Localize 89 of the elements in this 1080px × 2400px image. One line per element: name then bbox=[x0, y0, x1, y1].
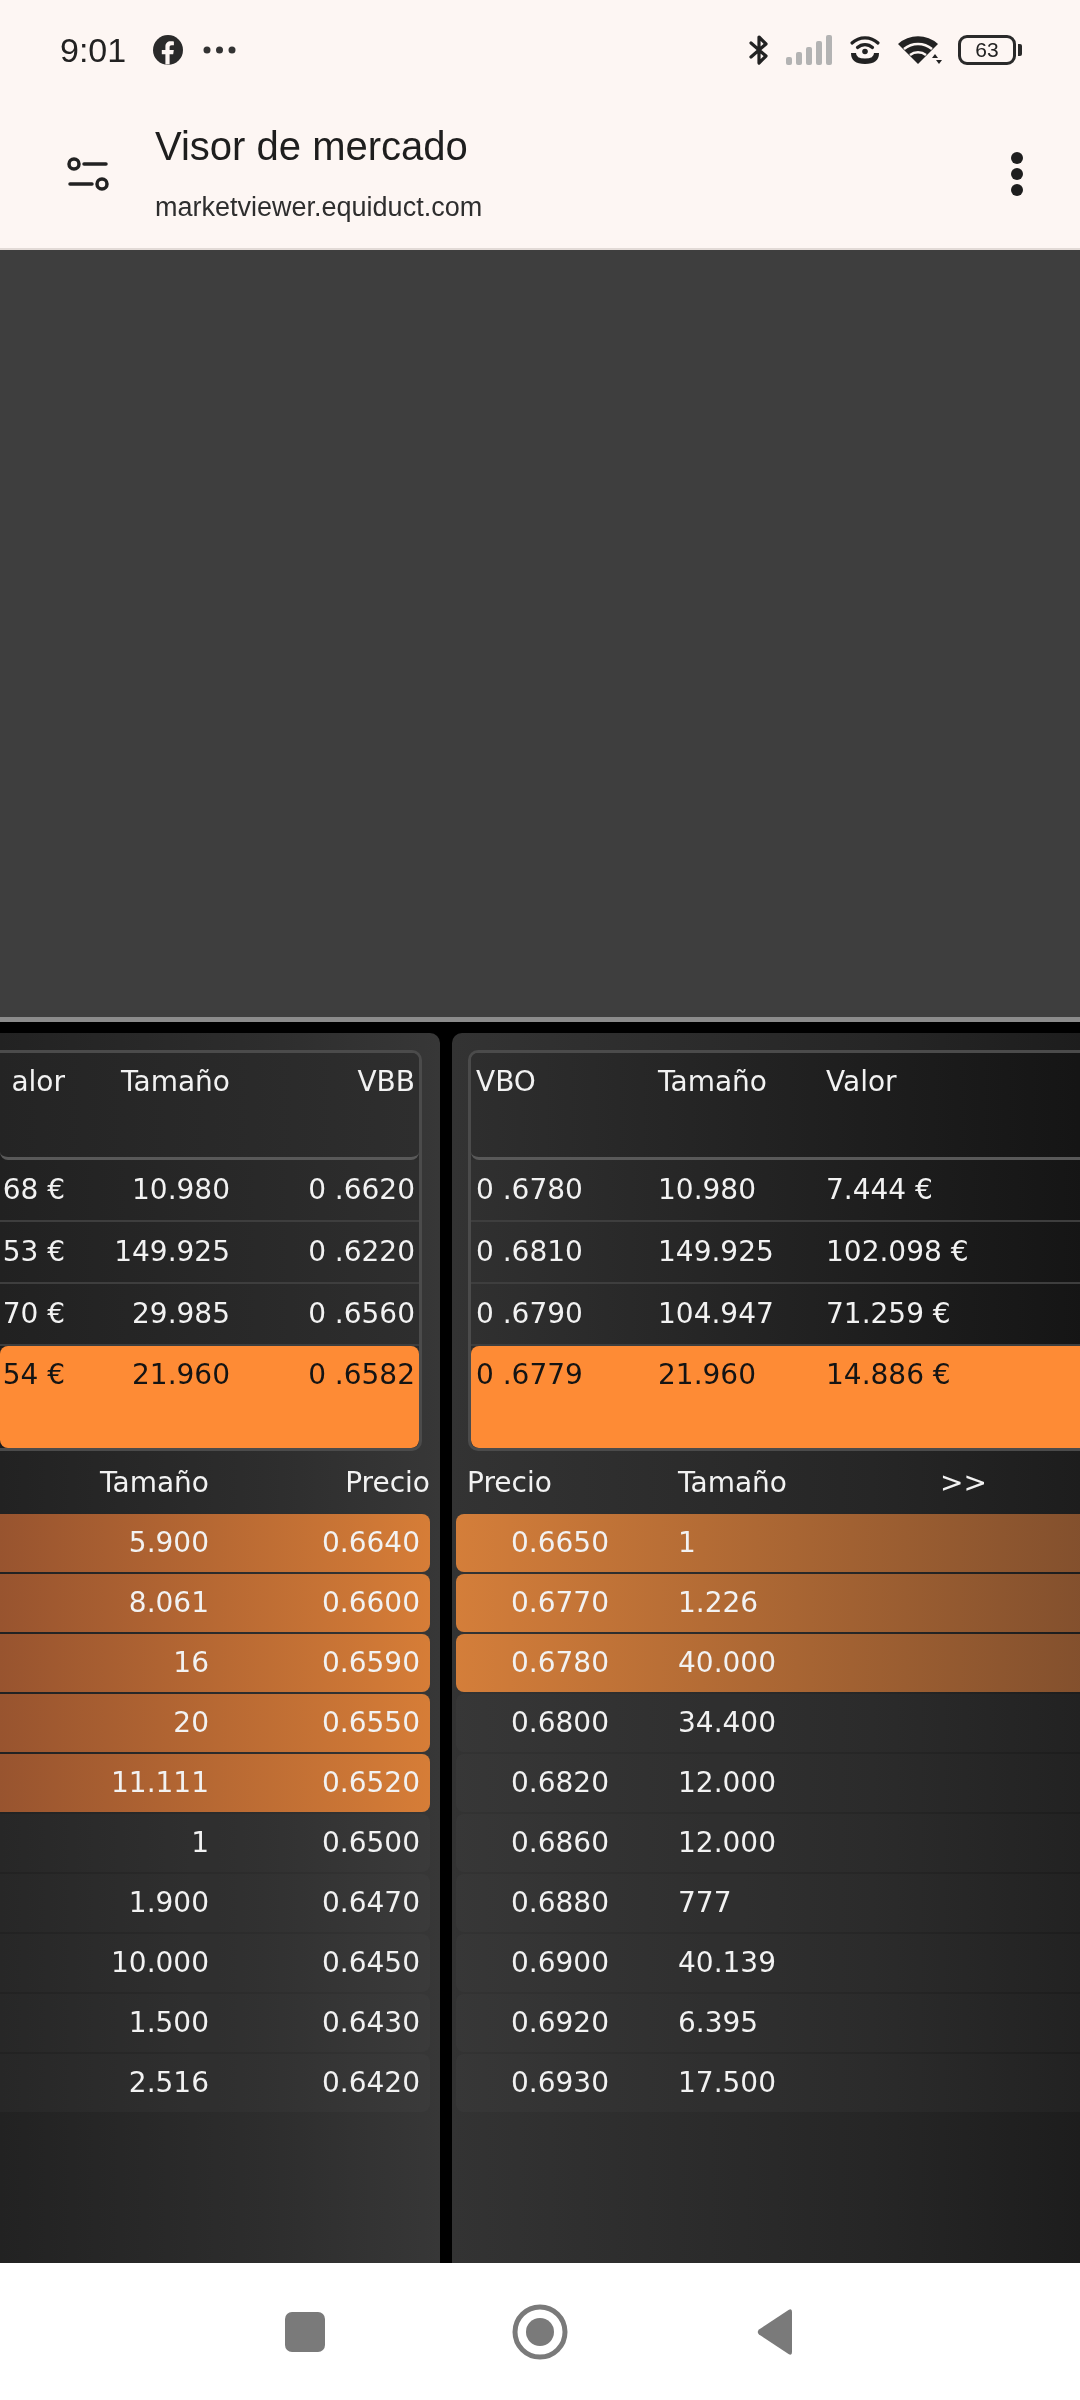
size-text: 11.111 bbox=[111, 1765, 209, 1801]
price-text: 0 .6810 bbox=[476, 1234, 583, 1270]
price-text: 0.6820 bbox=[511, 1765, 609, 1801]
size-text: 17.500 bbox=[678, 2065, 776, 2101]
menu-icon[interactable] bbox=[1010, 151, 1024, 197]
size-text: 104.947 bbox=[658, 1296, 774, 1332]
size-text: 149.925 bbox=[114, 1234, 230, 1270]
column-header: Tamaño bbox=[658, 1064, 767, 1100]
price-text: 0.6470 bbox=[322, 1885, 420, 1921]
price-text: 0.6900 bbox=[511, 1945, 609, 1981]
value-text: 70 € bbox=[2, 1296, 65, 1332]
size-text: 777 bbox=[678, 1885, 732, 1921]
price-text: 0.6550 bbox=[322, 1705, 420, 1741]
column-header: Precio bbox=[345, 1464, 430, 1501]
wifi-icon bbox=[896, 34, 942, 66]
value-text: 71.259 € bbox=[826, 1296, 951, 1332]
size-text: 1 bbox=[191, 1825, 209, 1861]
size-text: 1 bbox=[678, 1525, 696, 1561]
wifi-calling-icon bbox=[849, 35, 881, 65]
size-text: 8.061 bbox=[128, 1585, 209, 1621]
size-text: 12.000 bbox=[678, 1765, 776, 1801]
size-text: 40.000 bbox=[678, 1645, 776, 1681]
home-icon[interactable] bbox=[512, 2303, 568, 2360]
price-text: 0.6650 bbox=[511, 1525, 609, 1561]
column-header: Tamaño bbox=[100, 1464, 209, 1501]
price-text: 0.6450 bbox=[322, 1945, 420, 1981]
clock-time: 9:01 bbox=[60, 30, 127, 70]
price-text: 0.6920 bbox=[511, 2005, 609, 2041]
price-text: 0.6800 bbox=[511, 1705, 609, 1741]
expand-button[interactable]: >> bbox=[940, 1464, 987, 1501]
column-header: VBO bbox=[476, 1064, 536, 1100]
size-text: 34.400 bbox=[678, 1705, 776, 1741]
price-text: 0 .6220 bbox=[308, 1234, 415, 1270]
size-text: 16 bbox=[173, 1645, 209, 1681]
size-text: 12.000 bbox=[678, 1825, 776, 1861]
size-text: 29.985 bbox=[132, 1296, 230, 1332]
size-text: 10.000 bbox=[111, 1945, 209, 1981]
size-text: 1.500 bbox=[128, 2005, 209, 2041]
f-logo-icon bbox=[153, 35, 184, 65]
sliders-icon[interactable] bbox=[67, 156, 109, 192]
column-header: Tamaño bbox=[121, 1064, 230, 1100]
value-text: 14.886 € bbox=[826, 1357, 951, 1393]
value-text: 7.444 € bbox=[826, 1172, 933, 1208]
price-text: 0 .6560 bbox=[308, 1296, 415, 1332]
price-text: 0 .6790 bbox=[476, 1296, 583, 1332]
size-text: 10.980 bbox=[658, 1172, 756, 1208]
size-text: 6.395 bbox=[678, 2005, 759, 2041]
column-header: Tamaño bbox=[678, 1464, 787, 1501]
column-header: VBB bbox=[357, 1064, 415, 1100]
size-text: 149.925 bbox=[658, 1234, 774, 1270]
price-text: 0.6500 bbox=[322, 1825, 420, 1861]
size-text: 21.960 bbox=[132, 1357, 230, 1393]
price-text: 0.6520 bbox=[322, 1765, 420, 1801]
price-text: 0.6770 bbox=[511, 1585, 609, 1621]
price-text: 0 .6582 bbox=[308, 1357, 415, 1393]
price-text: 0.6860 bbox=[511, 1825, 609, 1861]
size-text: 2.516 bbox=[128, 2065, 209, 2101]
value-text: 54 € bbox=[2, 1357, 65, 1393]
price-text: 0.6880 bbox=[511, 1885, 609, 1921]
size-text: 1.900 bbox=[128, 1885, 209, 1921]
page-url: marketviewer.equiduct.com bbox=[155, 191, 483, 224]
size-text: 40.139 bbox=[678, 1945, 776, 1981]
size-text: 10.980 bbox=[132, 1172, 230, 1208]
value-text: 68 € bbox=[2, 1172, 65, 1208]
signal-icon bbox=[786, 35, 832, 65]
price-text: 0.6600 bbox=[322, 1585, 420, 1621]
size-text: 1.226 bbox=[678, 1585, 759, 1621]
price-text: 0.6780 bbox=[511, 1645, 609, 1681]
value-text: 102.098 € bbox=[826, 1234, 969, 1270]
column-header: Valor bbox=[826, 1064, 897, 1100]
back-icon[interactable] bbox=[756, 2307, 794, 2356]
price-text: 0.6930 bbox=[511, 2065, 609, 2101]
price-text: 0 .6620 bbox=[308, 1172, 415, 1208]
column-header: alor bbox=[11, 1064, 65, 1100]
price-text: 0.6420 bbox=[322, 2065, 420, 2101]
price-text: 0.6590 bbox=[322, 1645, 420, 1681]
price-text: 0.6430 bbox=[322, 2005, 420, 2041]
price-text: 0 .6780 bbox=[476, 1172, 583, 1208]
page-title: Visor de mercado bbox=[155, 123, 468, 170]
size-text: 21.960 bbox=[658, 1357, 756, 1393]
value-text: 53 € bbox=[2, 1234, 65, 1270]
price-text: 0.6640 bbox=[322, 1525, 420, 1561]
battery-percent: 63 bbox=[975, 38, 999, 62]
dots-icon bbox=[203, 46, 237, 54]
size-text: 5.900 bbox=[128, 1525, 209, 1561]
column-header: Precio bbox=[467, 1464, 552, 1501]
price-text: 0 .6779 bbox=[476, 1357, 583, 1393]
size-text: 20 bbox=[173, 1705, 209, 1741]
recents-icon[interactable] bbox=[285, 2311, 325, 2352]
